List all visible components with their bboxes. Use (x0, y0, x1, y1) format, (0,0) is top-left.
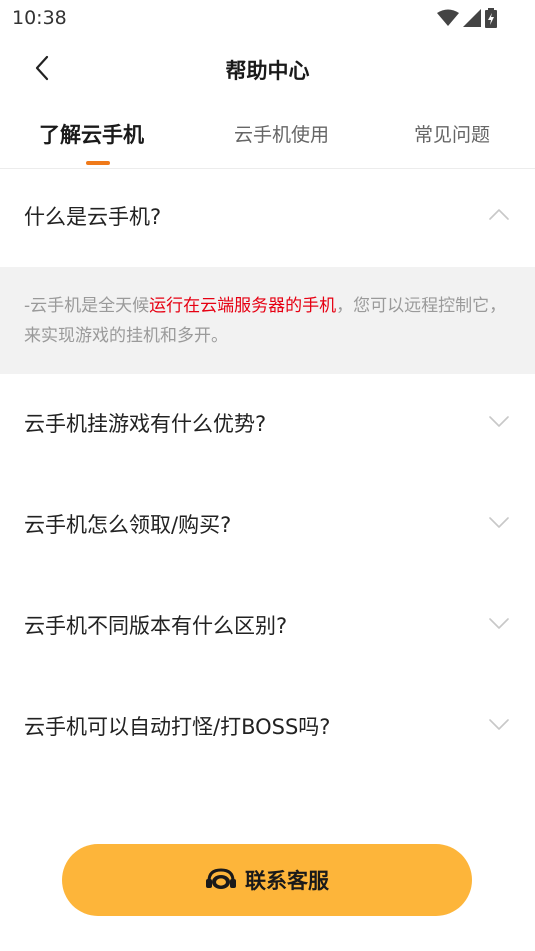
tab-bar: 了解云手机 云手机使用 常见问题 (0, 100, 535, 169)
headset-icon (206, 868, 236, 889)
status-bar: 10:38 (0, 0, 535, 36)
answer-highlight: 运行在云端服务器的手机 (149, 296, 337, 316)
chevron-down-icon (489, 517, 509, 528)
nav-bar: 帮助中心 (0, 38, 535, 100)
signal-icon (463, 9, 481, 27)
faq-answer-text: -云手机是全天候运行在云端服务器的手机，您可以远程控制它，来实现游戏的挂机和多开… (24, 291, 511, 351)
faq-answer: -云手机是全天候运行在云端服务器的手机，您可以远程控制它，来实现游戏的挂机和多开… (0, 267, 535, 374)
chevron-up-icon (489, 209, 509, 220)
faq-item-what-is[interactable]: 什么是云手机? (0, 168, 535, 267)
status-icons (437, 8, 497, 28)
tab-faq[interactable]: 常见问题 (414, 120, 490, 147)
faq-item-advantages[interactable]: 云手机挂游戏有什么优势? (0, 374, 535, 475)
contact-service-label: 联系客服 (245, 869, 329, 893)
faq-question: 什么是云手机? (24, 205, 162, 229)
battery-icon (485, 8, 497, 28)
tab-about[interactable]: 了解云手机 (39, 119, 144, 149)
faq-question: 云手机挂游戏有什么优势? (24, 412, 267, 436)
chevron-down-icon (489, 416, 509, 427)
active-tab-indicator (86, 161, 110, 165)
faq-item-versions[interactable]: 云手机不同版本有什么区别? (0, 576, 535, 677)
faq-list: 什么是云手机? -云手机是全天候运行在云端服务器的手机，您可以远程控制它，来实现… (0, 168, 535, 778)
faq-question: 云手机不同版本有什么区别? (24, 614, 288, 638)
faq-item-get-buy[interactable]: 云手机怎么领取/购买? (0, 475, 535, 576)
faq-question: 云手机可以自动打怪/打BOSS吗? (24, 715, 331, 739)
answer-prefix: -云手机是全天候 (24, 296, 150, 316)
faq-question: 云手机怎么领取/购买? (24, 513, 232, 537)
wifi-icon (437, 9, 459, 26)
chevron-down-icon (489, 719, 509, 730)
faq-item-auto-fight[interactable]: 云手机可以自动打怪/打BOSS吗? (0, 677, 535, 778)
status-time: 10:38 (12, 7, 67, 29)
page-title: 帮助中心 (225, 59, 310, 83)
chevron-down-icon (489, 618, 509, 629)
contact-service-button[interactable]: 联系客服 (62, 844, 472, 916)
tab-usage[interactable]: 云手机使用 (234, 120, 329, 147)
